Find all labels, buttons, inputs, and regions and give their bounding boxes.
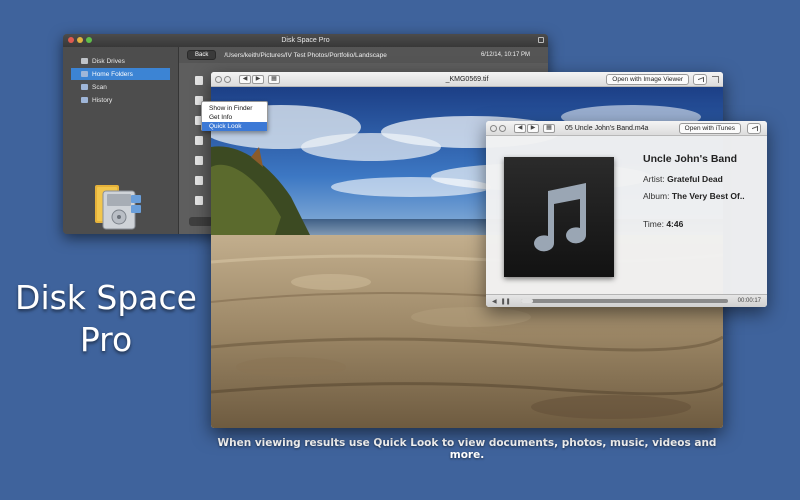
album-label: Album: [643,191,670,201]
scan-date: 6/12/14, 10:17 PM [480,52,530,58]
context-menu: Show in Finder Get Info Quick Look [201,101,268,131]
path-label: /Users/keith/Pictures/IV Test Photos/Por… [224,51,387,59]
file-row-icon[interactable] [195,76,203,85]
artist-label: Artist: [643,174,665,184]
file-row-icon[interactable] [195,136,203,145]
playback-progress [520,299,534,303]
quicklook-window-controls [215,75,231,83]
brand-line-1: Disk Space [15,278,197,317]
artist-line: Artist: Grateful Dead [643,174,761,184]
quicklook-toolbar: ◀ ▶ ▦ 05 Uncle John's Band.m4a Open with… [486,121,767,136]
toolbar: Back /Users/keith/Pictures/IV Test Photo… [179,47,548,63]
window-title: Disk Space Pro [281,37,330,44]
folder-icon [81,84,88,90]
window-controls [68,37,92,43]
pause-icon[interactable]: ❚❚ [501,298,511,305]
music-note-icon [534,183,587,252]
next-button[interactable]: ▶ [252,74,264,84]
volume-icon[interactable]: ◀ [492,298,497,305]
app-logo-icon [93,181,143,233]
back-button[interactable]: Back [187,50,217,60]
brand-line-2: Pro [79,320,133,359]
sidebar-item-disk-drives[interactable]: Disk Drives [71,55,170,67]
fullscreen-icon[interactable] [499,124,506,132]
sidebar-item-label: History [92,96,113,104]
close-icon[interactable] [215,75,222,83]
time-value: 4:46 [666,219,684,229]
sidebar: Disk Drives Home Folders Scan History [63,47,179,234]
quicklook-filename: 05 Uncle John's Band.m4a [565,124,649,132]
fullscreen-icon[interactable] [224,75,231,83]
open-with-image-viewer-button[interactable]: Open with Image Viewer [606,74,689,85]
share-button[interactable] [747,123,761,134]
file-row-icon[interactable] [195,156,203,165]
music-quicklook-window: ◀ ▶ ▦ 05 Uncle John's Band.m4a Open with… [486,121,767,307]
nav-buttons: ◀ ▶ [514,123,539,133]
zoom-window-button[interactable] [86,37,92,43]
sidebar-item-label: Disk Drives [92,57,125,65]
song-title: Uncle John's Band [643,153,738,165]
file-row-icon[interactable] [195,196,203,205]
expand-icon[interactable] [712,76,719,83]
sidebar-item-label: Home Folders [92,70,133,78]
file-row-icon[interactable] [195,176,203,185]
folder-icon [81,71,88,77]
quicklook-window-controls [490,124,506,132]
album-art [504,157,614,277]
time-label: Time: [643,219,664,229]
brand-title: Disk Space Pro [8,277,204,361]
fullscreen-button[interactable] [538,37,544,43]
next-button[interactable]: ▶ [527,123,539,133]
disk-icon [81,58,88,64]
quicklook-toolbar: ◀ ▶ ▦ _KMG0569.tif Open with Image Viewe… [211,72,723,87]
playback-scrubber[interactable] [520,299,728,303]
previous-button[interactable]: ◀ [514,123,526,133]
close-window-button[interactable] [68,37,74,43]
album-line: Album: The Very Best Of.. [643,191,761,201]
share-button[interactable] [693,74,707,85]
menu-item-quick-look[interactable]: Quick Look [202,122,267,131]
sidebar-item-home-folders[interactable]: Home Folders [71,68,170,80]
index-sheet-button[interactable]: ▦ [543,123,555,133]
sidebar-item-scan[interactable]: Scan [71,81,170,93]
album-value: The Very Best Of.. [671,191,745,201]
artist-value: Grateful Dead [667,174,723,184]
sidebar-item-label: Scan [92,83,107,91]
main-titlebar: Disk Space Pro [63,34,548,47]
folder-icon [81,97,88,103]
bottom-button[interactable] [189,217,213,226]
menu-item-get-info[interactable]: Get Info [202,113,267,122]
previous-button[interactable]: ◀ [239,74,251,84]
elapsed-time: 00:00:17 [737,298,761,304]
minimize-window-button[interactable] [77,37,83,43]
audio-player: ◀ ❚❚ 00:00:17 [486,294,767,307]
nav-buttons: ◀ ▶ [239,74,264,84]
index-sheet-button[interactable]: ▦ [268,74,280,84]
time-line: Time: 4:46 [643,219,761,229]
open-with-itunes-button[interactable]: Open with iTunes [678,123,741,134]
menu-item-show-in-finder[interactable]: Show in Finder [202,104,267,113]
close-icon[interactable] [490,124,497,132]
sidebar-item-history[interactable]: History [71,94,170,106]
promo-caption: When viewing results use Quick Look to v… [217,437,717,461]
